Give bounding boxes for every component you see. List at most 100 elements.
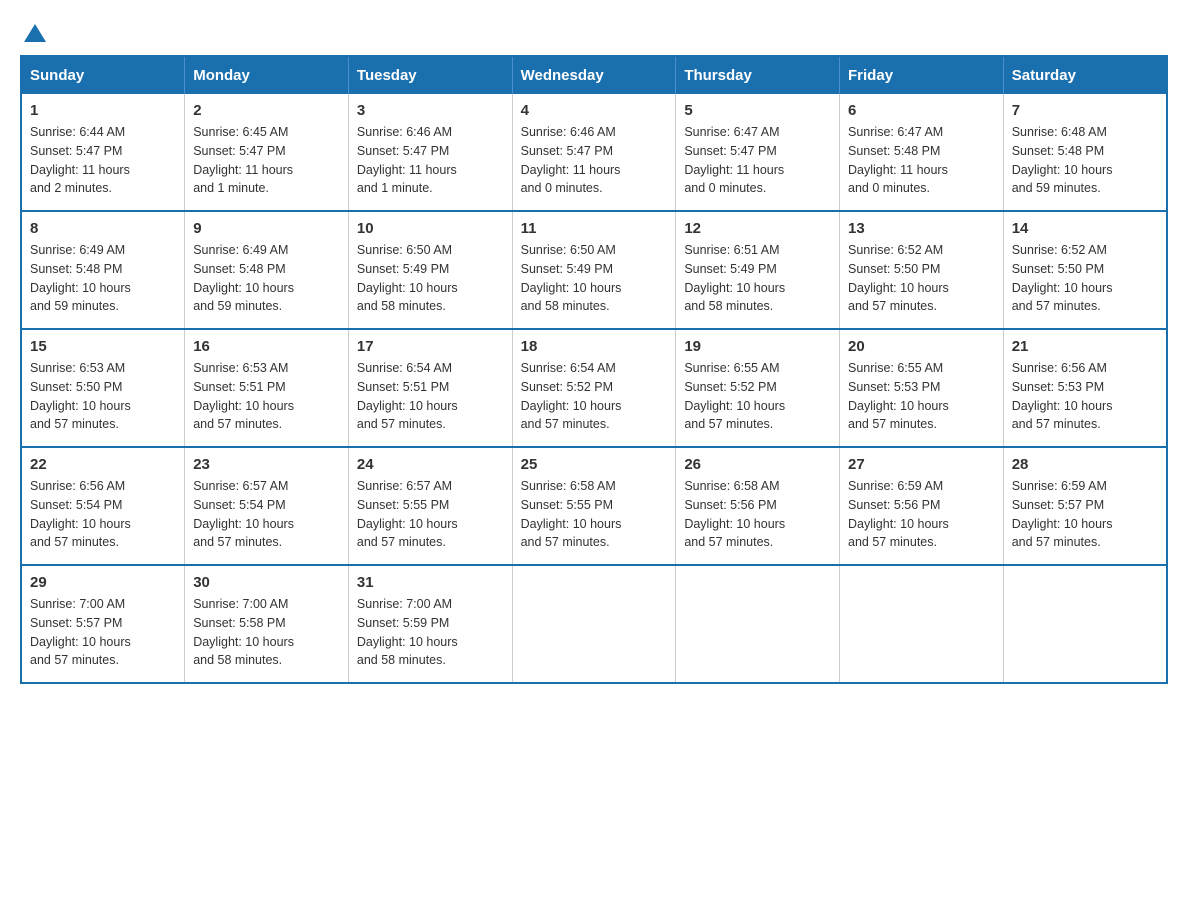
day-number: 12 xyxy=(684,220,831,237)
calendar-cell: 27 Sunrise: 6:59 AM Sunset: 5:56 PM Dayli… xyxy=(840,447,1004,565)
day-info: Sunrise: 6:46 AM Sunset: 5:47 PM Dayligh… xyxy=(521,123,668,198)
day-info: Sunrise: 7:00 AM Sunset: 5:59 PM Dayligh… xyxy=(357,595,504,670)
calendar-cell: 26 Sunrise: 6:58 AM Sunset: 5:56 PM Dayli… xyxy=(676,447,840,565)
calendar-cell: 29 Sunrise: 7:00 AM Sunset: 5:57 PM Dayli… xyxy=(21,565,185,683)
calendar-cell: 12 Sunrise: 6:51 AM Sunset: 5:49 PM Dayli… xyxy=(676,211,840,329)
calendar-header-row: SundayMondayTuesdayWednesdayThursdayFrid… xyxy=(21,56,1167,94)
calendar-week-row: 22 Sunrise: 6:56 AM Sunset: 5:54 PM Dayli… xyxy=(21,447,1167,565)
day-number: 9 xyxy=(193,220,340,237)
calendar-cell: 28Sunrise: 6:59 AM Sunset: 5:57 PM Dayli… xyxy=(1003,447,1167,565)
day-number: 13 xyxy=(848,220,995,237)
day-info: Sunrise: 6:50 AM Sunset: 5:49 PM Dayligh… xyxy=(521,241,668,316)
calendar-cell xyxy=(1003,565,1167,683)
day-info: Sunrise: 6:57 AM Sunset: 5:54 PM Dayligh… xyxy=(193,477,340,552)
day-number: 20 xyxy=(848,338,995,355)
header-monday: Monday xyxy=(185,56,349,94)
calendar-week-row: 29 Sunrise: 7:00 AM Sunset: 5:57 PM Dayli… xyxy=(21,565,1167,683)
calendar-week-row: 15Sunrise: 6:53 AM Sunset: 5:50 PM Dayli… xyxy=(21,329,1167,447)
header-tuesday: Tuesday xyxy=(348,56,512,94)
day-info: Sunrise: 7:00 AM Sunset: 5:58 PM Dayligh… xyxy=(193,595,340,670)
day-number: 23 xyxy=(193,456,340,473)
day-number: 22 xyxy=(30,456,176,473)
header-saturday: Saturday xyxy=(1003,56,1167,94)
calendar-cell: 4Sunrise: 6:46 AM Sunset: 5:47 PM Daylig… xyxy=(512,94,676,211)
day-info: Sunrise: 6:52 AM Sunset: 5:50 PM Dayligh… xyxy=(848,241,995,316)
day-number: 5 xyxy=(684,102,831,119)
page-header xyxy=(20,20,1168,45)
calendar-cell: 11 Sunrise: 6:50 AM Sunset: 5:49 PM Dayli… xyxy=(512,211,676,329)
calendar-week-row: 8 Sunrise: 6:49 AM Sunset: 5:48 PM Daylig… xyxy=(21,211,1167,329)
calendar-cell: 10Sunrise: 6:50 AM Sunset: 5:49 PM Dayli… xyxy=(348,211,512,329)
day-number: 16 xyxy=(193,338,340,355)
calendar-cell: 31 Sunrise: 7:00 AM Sunset: 5:59 PM Dayli… xyxy=(348,565,512,683)
calendar-cell: 20Sunrise: 6:55 AM Sunset: 5:53 PM Dayli… xyxy=(840,329,1004,447)
calendar-cell xyxy=(676,565,840,683)
calendar-cell: 3Sunrise: 6:46 AM Sunset: 5:47 PM Daylig… xyxy=(348,94,512,211)
day-number: 27 xyxy=(848,456,995,473)
day-info: Sunrise: 6:56 AM Sunset: 5:53 PM Dayligh… xyxy=(1012,359,1158,434)
day-number: 30 xyxy=(193,574,340,591)
calendar-cell: 18 Sunrise: 6:54 AM Sunset: 5:52 PM Dayli… xyxy=(512,329,676,447)
calendar-cell: 17 Sunrise: 6:54 AM Sunset: 5:51 PM Dayli… xyxy=(348,329,512,447)
calendar-cell: 13 Sunrise: 6:52 AM Sunset: 5:50 PM Dayli… xyxy=(840,211,1004,329)
calendar-cell: 24Sunrise: 6:57 AM Sunset: 5:55 PM Dayli… xyxy=(348,447,512,565)
calendar-cell: 2 Sunrise: 6:45 AM Sunset: 5:47 PM Daylig… xyxy=(185,94,349,211)
calendar-cell: 19Sunrise: 6:55 AM Sunset: 5:52 PM Dayli… xyxy=(676,329,840,447)
calendar-cell: 1 Sunrise: 6:44 AM Sunset: 5:47 PM Daylig… xyxy=(21,94,185,211)
day-number: 6 xyxy=(848,102,995,119)
day-number: 10 xyxy=(357,220,504,237)
calendar-cell: 25Sunrise: 6:58 AM Sunset: 5:55 PM Dayli… xyxy=(512,447,676,565)
day-info: Sunrise: 6:55 AM Sunset: 5:52 PM Dayligh… xyxy=(684,359,831,434)
day-info: Sunrise: 6:47 AM Sunset: 5:48 PM Dayligh… xyxy=(848,123,995,198)
day-number: 14 xyxy=(1012,220,1158,237)
day-info: Sunrise: 6:54 AM Sunset: 5:51 PM Dayligh… xyxy=(357,359,504,434)
day-number: 26 xyxy=(684,456,831,473)
calendar-cell: 7 Sunrise: 6:48 AM Sunset: 5:48 PM Daylig… xyxy=(1003,94,1167,211)
day-number: 8 xyxy=(30,220,176,237)
calendar-table: SundayMondayTuesdayWednesdayThursdayFrid… xyxy=(20,55,1168,684)
day-info: Sunrise: 6:49 AM Sunset: 5:48 PM Dayligh… xyxy=(30,241,176,316)
day-info: Sunrise: 6:52 AM Sunset: 5:50 PM Dayligh… xyxy=(1012,241,1158,316)
calendar-cell: 15Sunrise: 6:53 AM Sunset: 5:50 PM Dayli… xyxy=(21,329,185,447)
day-number: 21 xyxy=(1012,338,1158,355)
day-info: Sunrise: 6:57 AM Sunset: 5:55 PM Dayligh… xyxy=(357,477,504,552)
day-number: 3 xyxy=(357,102,504,119)
day-info: Sunrise: 6:59 AM Sunset: 5:57 PM Dayligh… xyxy=(1012,477,1158,552)
day-info: Sunrise: 6:49 AM Sunset: 5:48 PM Dayligh… xyxy=(193,241,340,316)
calendar-cell: 5 Sunrise: 6:47 AM Sunset: 5:47 PM Daylig… xyxy=(676,94,840,211)
day-info: Sunrise: 6:58 AM Sunset: 5:55 PM Dayligh… xyxy=(521,477,668,552)
day-info: Sunrise: 7:00 AM Sunset: 5:57 PM Dayligh… xyxy=(30,595,176,670)
day-number: 17 xyxy=(357,338,504,355)
day-info: Sunrise: 6:45 AM Sunset: 5:47 PM Dayligh… xyxy=(193,123,340,198)
day-info: Sunrise: 6:51 AM Sunset: 5:49 PM Dayligh… xyxy=(684,241,831,316)
header-friday: Friday xyxy=(840,56,1004,94)
calendar-cell xyxy=(512,565,676,683)
day-info: Sunrise: 6:53 AM Sunset: 5:50 PM Dayligh… xyxy=(30,359,176,434)
calendar-cell: 14 Sunrise: 6:52 AM Sunset: 5:50 PM Dayli… xyxy=(1003,211,1167,329)
calendar-week-row: 1 Sunrise: 6:44 AM Sunset: 5:47 PM Daylig… xyxy=(21,94,1167,211)
day-info: Sunrise: 6:58 AM Sunset: 5:56 PM Dayligh… xyxy=(684,477,831,552)
day-info: Sunrise: 6:59 AM Sunset: 5:56 PM Dayligh… xyxy=(848,477,995,552)
calendar-cell: 16Sunrise: 6:53 AM Sunset: 5:51 PM Dayli… xyxy=(185,329,349,447)
header-sunday: Sunday xyxy=(21,56,185,94)
calendar-cell: 9 Sunrise: 6:49 AM Sunset: 5:48 PM Daylig… xyxy=(185,211,349,329)
day-number: 18 xyxy=(521,338,668,355)
header-thursday: Thursday xyxy=(676,56,840,94)
day-number: 2 xyxy=(193,102,340,119)
day-number: 11 xyxy=(521,220,668,237)
day-number: 1 xyxy=(30,102,176,119)
day-info: Sunrise: 6:47 AM Sunset: 5:47 PM Dayligh… xyxy=(684,123,831,198)
day-number: 31 xyxy=(357,574,504,591)
day-info: Sunrise: 6:54 AM Sunset: 5:52 PM Dayligh… xyxy=(521,359,668,434)
day-info: Sunrise: 6:44 AM Sunset: 5:47 PM Dayligh… xyxy=(30,123,176,198)
day-info: Sunrise: 6:48 AM Sunset: 5:48 PM Dayligh… xyxy=(1012,123,1158,198)
calendar-cell: 8 Sunrise: 6:49 AM Sunset: 5:48 PM Daylig… xyxy=(21,211,185,329)
calendar-cell: 23 Sunrise: 6:57 AM Sunset: 5:54 PM Dayli… xyxy=(185,447,349,565)
day-info: Sunrise: 6:56 AM Sunset: 5:54 PM Dayligh… xyxy=(30,477,176,552)
logo-triangle-icon xyxy=(24,22,46,44)
day-number: 29 xyxy=(30,574,176,591)
calendar-cell: 21 Sunrise: 6:56 AM Sunset: 5:53 PM Dayli… xyxy=(1003,329,1167,447)
header-wednesday: Wednesday xyxy=(512,56,676,94)
calendar-cell xyxy=(840,565,1004,683)
day-number: 7 xyxy=(1012,102,1158,119)
